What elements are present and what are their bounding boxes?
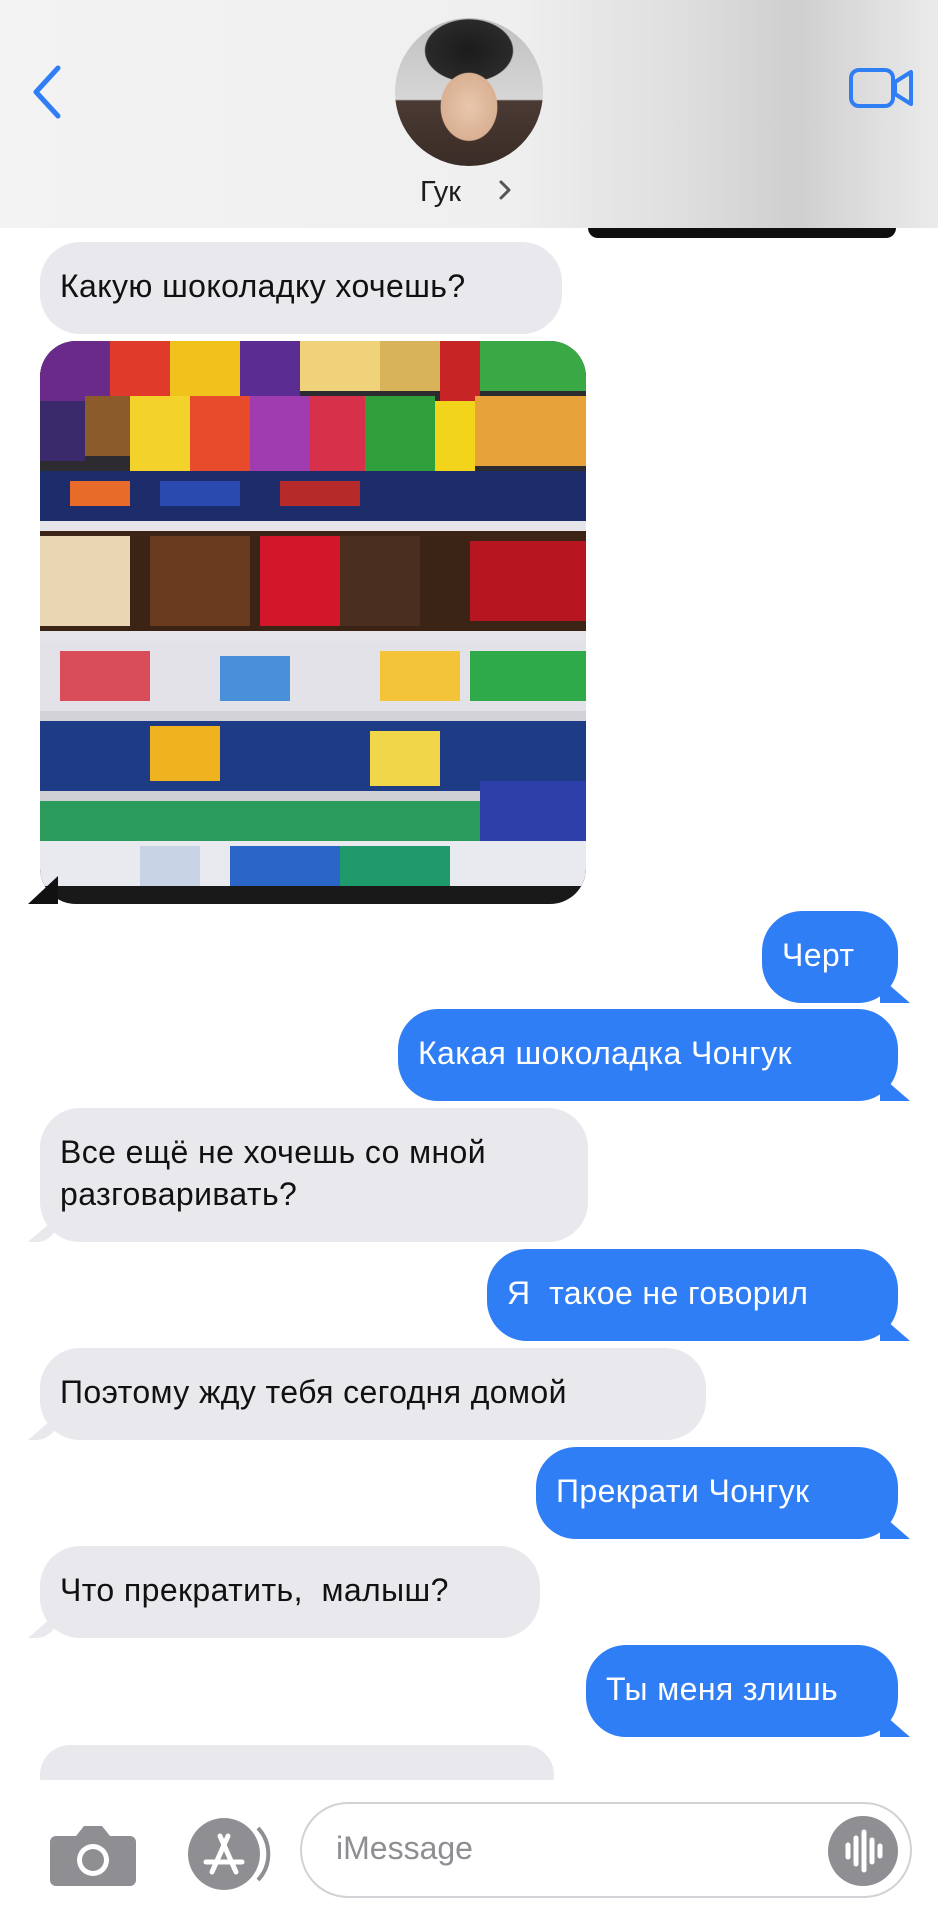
incoming-message[interactable]: Что прекратить, малыш? [40, 1546, 540, 1638]
message-thread[interactable]: Какую шоколадку хочешь? Черт Какая шокол… [0, 228, 938, 1780]
audio-waveform-icon [845, 1829, 883, 1873]
message-input[interactable]: iMessage [300, 1802, 912, 1898]
contact-name[interactable]: Гук [420, 176, 461, 209]
chevron-left-icon[interactable] [28, 62, 68, 122]
incoming-message[interactable]: Поэтому жду тебя сегодня домой [40, 1348, 706, 1440]
camera-icon[interactable] [48, 1820, 138, 1890]
incoming-message-partial[interactable] [40, 1745, 554, 1780]
video-camera-icon[interactable] [848, 66, 914, 110]
photo-attachment[interactable] [40, 341, 586, 904]
contact-avatar[interactable] [395, 18, 543, 166]
previous-message-fragment [588, 228, 896, 238]
outgoing-message[interactable]: Какая шоколадка Чонгук [398, 1009, 898, 1101]
app-store-icon[interactable] [182, 1814, 274, 1894]
message-input-placeholder: iMessage [336, 1830, 473, 1866]
chevron-right-icon[interactable] [497, 178, 513, 202]
composer-bar: iMessage [0, 1780, 938, 1920]
outgoing-message[interactable]: Черт [762, 911, 898, 1003]
snack-shelf-photo [40, 341, 586, 904]
outgoing-message[interactable]: Ты меня злишь [586, 1645, 898, 1737]
outgoing-message[interactable]: Я такое не говорил [487, 1249, 898, 1341]
audio-message-button[interactable] [828, 1816, 898, 1886]
incoming-message[interactable]: Все ещё не хочешь со мной разговаривать? [40, 1108, 588, 1242]
conversation-header: Гук [0, 0, 938, 228]
incoming-message[interactable]: Какую шоколадку хочешь? [40, 242, 562, 334]
outgoing-message[interactable]: Прекрати Чонгук [536, 1447, 898, 1539]
